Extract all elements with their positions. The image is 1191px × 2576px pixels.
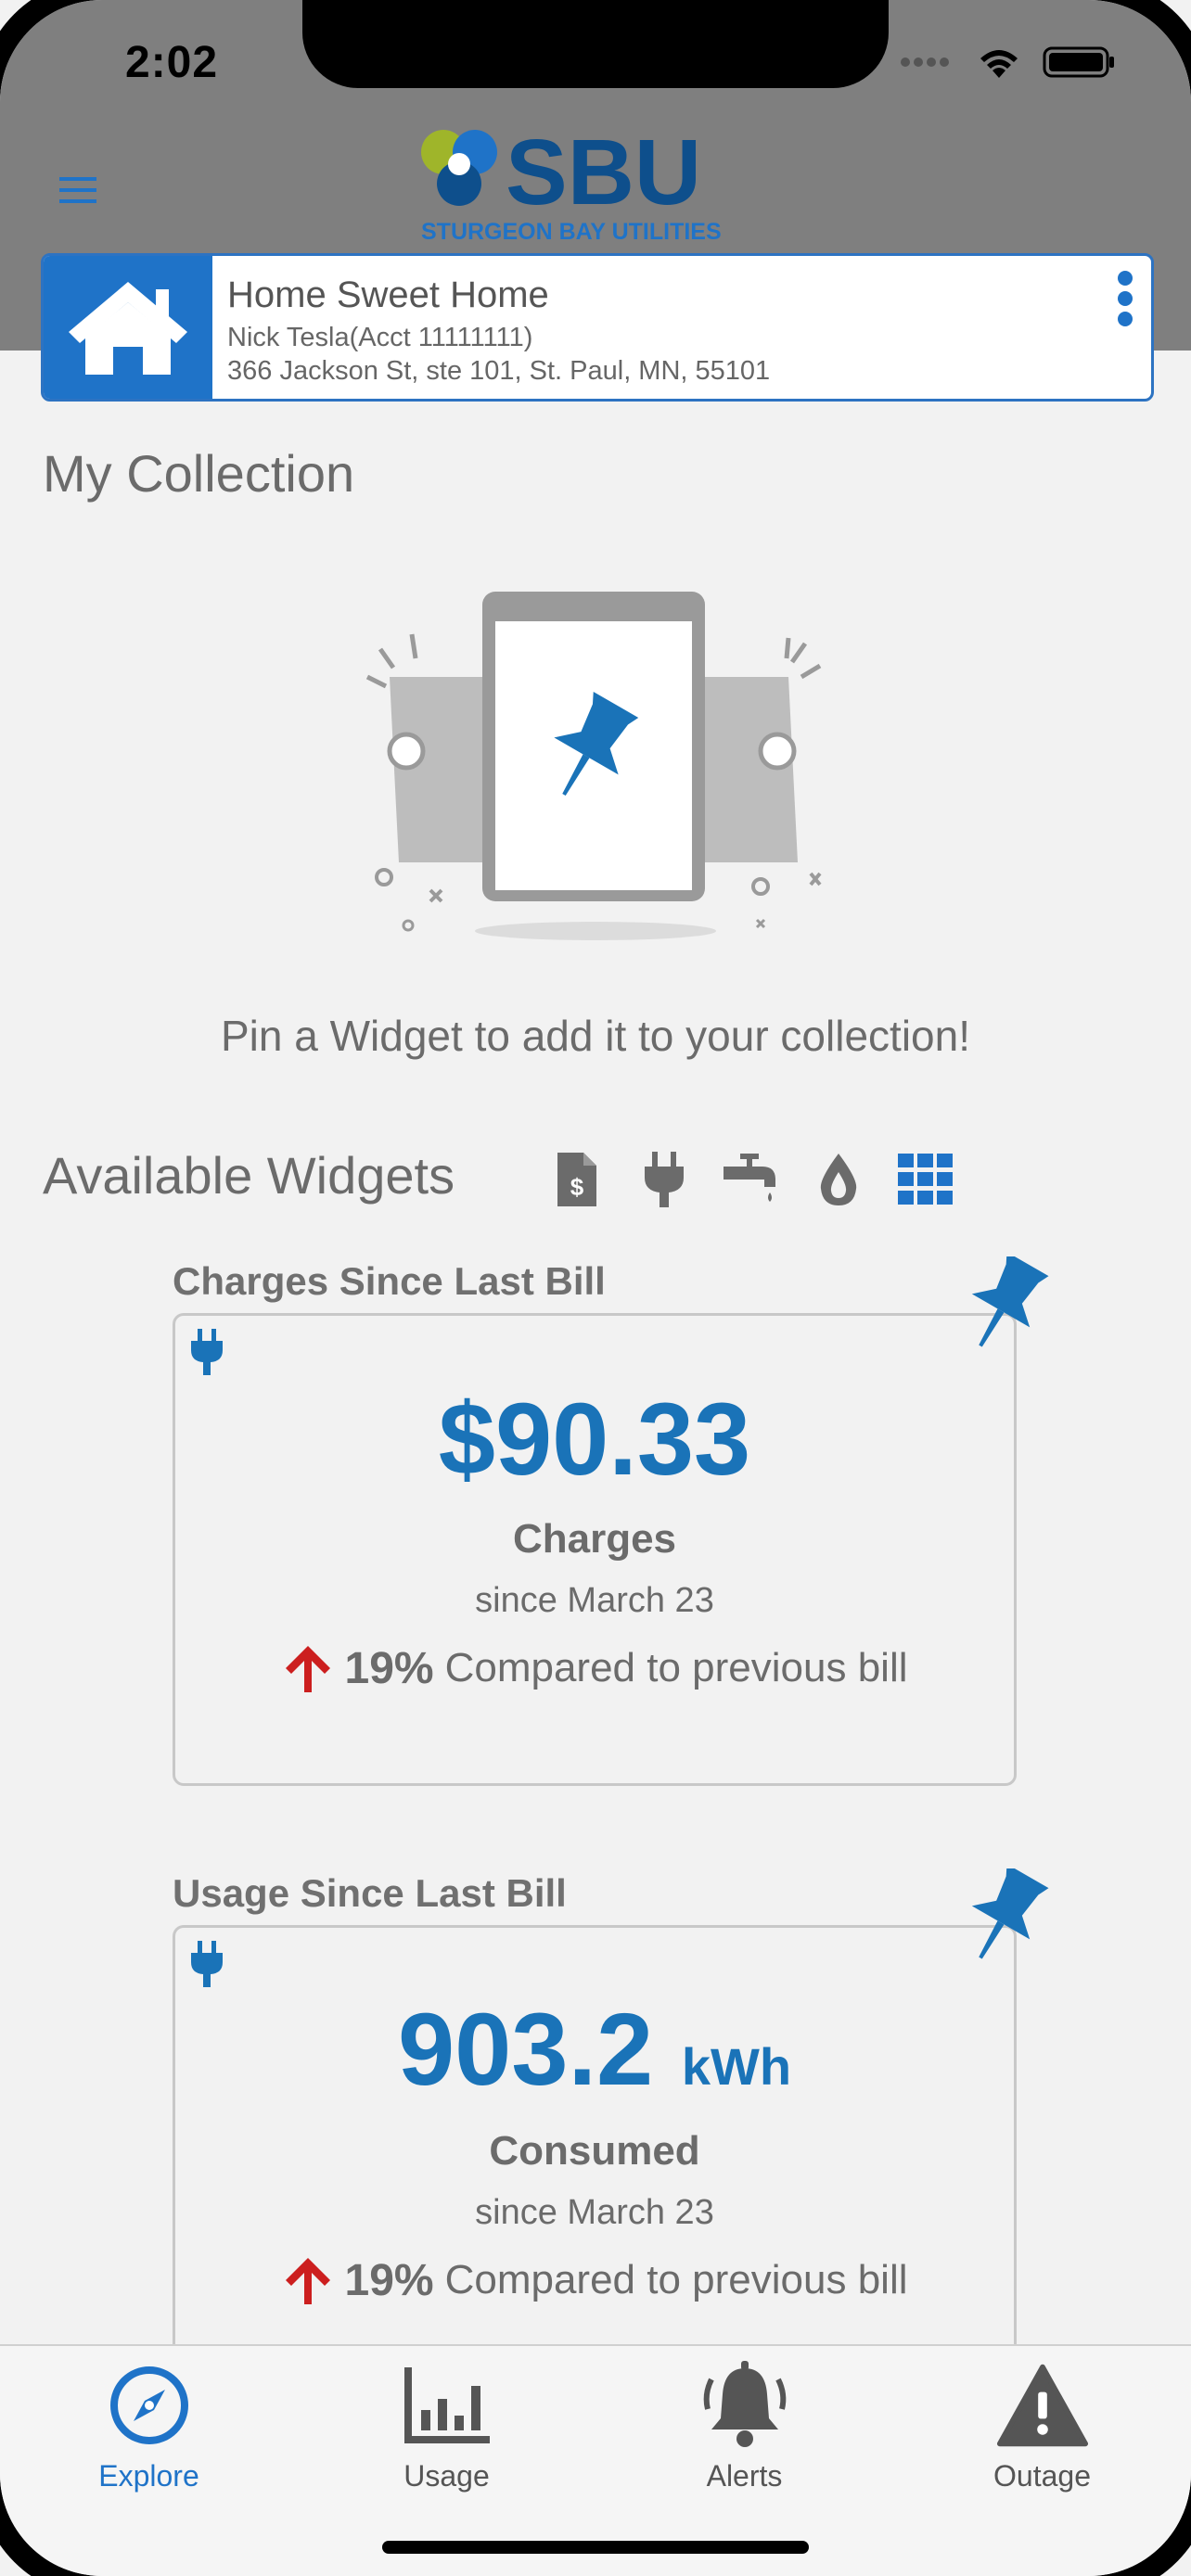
charges-amount: $90.33 xyxy=(438,1383,751,1497)
my-collection-title: My Collection xyxy=(43,444,355,503)
charges-compare-text: Compared to previous bill xyxy=(444,1645,908,1690)
account-name: Home Sweet Home xyxy=(227,274,549,315)
status-bar: 2:02 xyxy=(0,0,1191,121)
tab-explore[interactable]: Explore xyxy=(0,2346,298,2513)
more-options-icon[interactable] xyxy=(1116,269,1134,328)
empty-collection-message: Pin a Widget to add it to your collectio… xyxy=(221,1012,970,1060)
account-selector[interactable]: Home Sweet Home Nick Tesla(Acct 11111111… xyxy=(41,253,1154,402)
faucet-icon[interactable] xyxy=(722,1150,781,1209)
status-icons xyxy=(900,45,1117,80)
up-arrow-icon xyxy=(285,1646,330,1692)
sbu-logo: SBU STURGEON BAY UTILITIES xyxy=(417,121,751,245)
home-icon xyxy=(44,256,212,399)
bill-icon[interactable]: $ xyxy=(547,1150,607,1209)
tab-label: Usage xyxy=(403,2459,490,2493)
charges-percent: 19% xyxy=(344,1643,434,1693)
tab-label: Explore xyxy=(98,2459,199,2493)
svg-text:SBU: SBU xyxy=(506,122,701,224)
tab-alerts[interactable]: Alerts xyxy=(596,2346,893,2513)
signal-icon xyxy=(901,57,949,67)
drop-icon[interactable] xyxy=(809,1150,868,1209)
tab-label: Outage xyxy=(993,2459,1091,2493)
plug-icon xyxy=(188,1939,225,1991)
device-notch xyxy=(302,0,889,88)
svg-text:STURGEON BAY UTILITIES: STURGEON BAY UTILITIES xyxy=(421,219,722,243)
grid-icon[interactable] xyxy=(896,1150,955,1209)
charges-label: Charges xyxy=(512,1516,677,1562)
wifi-icon xyxy=(980,50,1018,78)
home-indicator[interactable] xyxy=(382,2541,809,2554)
charges-since: since March 23 xyxy=(475,1581,714,1620)
usage-percent: 19% xyxy=(344,2255,434,2305)
pin-icon[interactable] xyxy=(960,1864,1053,1970)
usage-since: since March 23 xyxy=(475,2193,714,2232)
widget-title: Usage Since Last Bill xyxy=(173,1871,567,1915)
pin-icon[interactable] xyxy=(960,1252,1053,1358)
up-arrow-icon xyxy=(285,2258,330,2304)
empty-collection-illustration xyxy=(352,584,835,946)
bar-chart-icon xyxy=(401,2359,493,2452)
tab-usage[interactable]: Usage xyxy=(298,2346,596,2513)
available-widgets-title: Available Widgets xyxy=(43,1146,455,1205)
compass-icon xyxy=(103,2359,196,2452)
usage-label: Consumed xyxy=(489,2128,700,2174)
warning-icon xyxy=(996,2359,1089,2452)
tab-outage[interactable]: Outage xyxy=(893,2346,1191,2513)
charges-widget[interactable]: $90.33 Charges since March 23 19% Compar… xyxy=(173,1313,1017,1786)
svg-text:$: $ xyxy=(570,1173,584,1201)
usage-amount: 903.2 xyxy=(397,1993,654,2107)
account-holder: Nick Tesla(Acct 11111111) xyxy=(227,323,533,352)
usage-widget[interactable]: 903.2 kWh Consumed since March 23 19% Co… xyxy=(173,1925,1017,2407)
app-screen: 2:02 SBU STURGEON BAY UTILITIES Home Swe… xyxy=(0,0,1191,2576)
account-address: 366 Jackson St, ste 101, St. Paul, MN, 5… xyxy=(227,356,771,386)
tab-label: Alerts xyxy=(706,2459,783,2493)
hamburger-menu-icon[interactable] xyxy=(56,172,102,209)
widget-filter-bar: $ xyxy=(547,1150,955,1209)
charges-comparison: 19% Compared to previous bill xyxy=(175,1642,1014,1694)
widget-title: Charges Since Last Bill xyxy=(173,1259,606,1303)
usage-compare-text: Compared to previous bill xyxy=(444,2257,908,2302)
usage-unit: kWh xyxy=(681,2037,792,2096)
plug-icon xyxy=(188,1327,225,1379)
status-time: 2:02 xyxy=(125,38,219,87)
usage-comparison: 19% Compared to previous bill xyxy=(175,2254,1014,2306)
bell-icon xyxy=(698,2359,791,2452)
plug-icon[interactable] xyxy=(634,1150,694,1209)
charges-value: $90.33 xyxy=(175,1381,1014,1498)
usage-value: 903.2 kWh xyxy=(175,1991,1014,2109)
battery-icon xyxy=(1043,46,1114,78)
